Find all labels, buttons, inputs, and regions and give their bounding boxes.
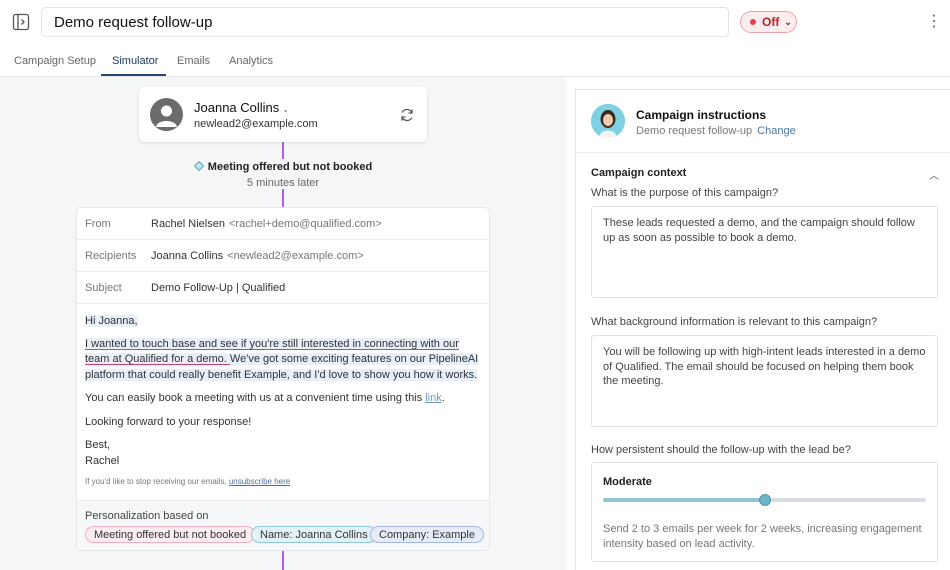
section-title[interactable]: Campaign context xyxy=(591,167,686,179)
unsubscribe-note: If you'd like to stop receiving our emai… xyxy=(85,477,291,486)
subject-row: Subject Demo Follow-Up | Qualified xyxy=(77,272,489,304)
persistence-control: Moderate Send 2 to 3 emails per week for… xyxy=(591,462,938,562)
trigger-delay: 5 minutes later xyxy=(246,177,320,189)
tab-simulator[interactable]: Simulator xyxy=(112,55,158,67)
email-paragraph: You can easily book a meeting with us at… xyxy=(85,392,445,404)
recipients-row: Recipients Joanna Collins <newlead2@examp… xyxy=(77,240,489,272)
campaign-instructions-panel: Campaign instructions Demo request follo… xyxy=(575,89,950,570)
from-value: Rachel Nielsen <rachel+demo@qualified.com… xyxy=(151,218,382,230)
agent-avatar xyxy=(591,104,625,138)
booking-link[interactable]: link xyxy=(425,392,442,404)
unsubscribe-link[interactable]: unsubscribe here xyxy=(229,477,290,486)
subject-label: Subject xyxy=(85,282,122,294)
status-label: Off xyxy=(762,15,780,29)
lead-name[interactable]: Joanna Collins ⌄ xyxy=(194,100,289,115)
email-preview: From Rachel Nielsen <rachel+demo@qualifie… xyxy=(76,207,490,551)
recipients-value: Joanna Collins <newlead2@example.com> xyxy=(151,250,364,262)
user-icon xyxy=(156,105,177,127)
email-greeting: Hi Joanna, xyxy=(85,315,138,327)
status-toggle[interactable]: Off ⌄ xyxy=(740,11,797,33)
question-label: What background information is relevant … xyxy=(591,316,878,328)
panel-subtitle: Demo request follow-up Change xyxy=(636,125,796,137)
personalization-section: Personalization based on Meeting offered… xyxy=(77,500,489,550)
background-textarea[interactable]: You will be following up with high-inten… xyxy=(591,335,938,427)
personalization-tag: Company: Example xyxy=(370,526,484,543)
refresh-icon[interactable] xyxy=(399,107,415,123)
flow-connector xyxy=(282,551,284,570)
persistence-slider[interactable] xyxy=(603,494,926,506)
simulator-canvas: Joanna Collins ⌄ newlead2@example.com Mee… xyxy=(0,77,566,570)
recipients-label: Recipients xyxy=(85,250,137,262)
purpose-textarea[interactable]: These leads requested a demo, and the ca… xyxy=(591,206,938,298)
lead-email: newlead2@example.com xyxy=(194,118,318,130)
divider xyxy=(576,152,950,153)
email-paragraph: I wanted to touch base and see if you're… xyxy=(85,337,479,381)
trigger-event-label: Meeting offered but not booked xyxy=(207,161,373,173)
agent-portrait-icon xyxy=(591,104,625,138)
tab-analytics[interactable]: Analytics xyxy=(229,55,273,67)
avatar xyxy=(150,98,183,131)
top-bar: Demo request follow-up Off ⌄ ⋮ xyxy=(0,0,950,44)
tab-bar: Campaign Setup Simulator Emails Analytic… xyxy=(0,44,950,77)
personalization-tag: Meeting offered but not booked xyxy=(85,526,256,543)
chevron-up-icon[interactable]: ︿ xyxy=(929,167,939,182)
flow-connector xyxy=(282,189,284,207)
flow-connector xyxy=(282,142,284,159)
email-signature: Rachel xyxy=(85,454,120,467)
persistence-description: Send 2 to 3 emails per week for 2 weeks,… xyxy=(603,523,922,550)
panel-title: Campaign instructions xyxy=(636,108,767,122)
slider-fill xyxy=(603,498,765,502)
more-options-icon[interactable]: ⋮ xyxy=(926,13,942,31)
personalization-tag: Name: Joanna Collins xyxy=(251,526,377,543)
sidebar-toggle-icon[interactable] xyxy=(12,13,30,31)
lead-card[interactable]: Joanna Collins ⌄ newlead2@example.com xyxy=(139,87,427,142)
question-label: What is the purpose of this campaign? xyxy=(591,187,779,199)
change-link[interactable]: Change xyxy=(757,125,796,137)
diamond-icon xyxy=(193,161,204,171)
status-dot-icon xyxy=(750,19,756,25)
personalization-label: Personalization based on xyxy=(85,510,209,522)
campaign-title-input[interactable]: Demo request follow-up xyxy=(41,7,729,37)
tab-emails[interactable]: Emails xyxy=(177,55,210,67)
email-paragraph: Looking forward to your response! xyxy=(85,415,252,428)
chevron-down-icon: ⌄ xyxy=(282,105,289,114)
trigger-event: Meeting offered but not booked xyxy=(0,161,566,173)
from-row: From Rachel Nielsen <rachel+demo@qualifie… xyxy=(77,208,489,240)
from-label: From xyxy=(85,218,111,230)
email-signoff: Best, xyxy=(85,439,111,451)
tab-campaign-setup[interactable]: Campaign Setup xyxy=(14,55,96,67)
chevron-down-icon: ⌄ xyxy=(784,16,792,27)
active-tab-indicator xyxy=(101,74,166,76)
question-label: How persistent should the follow-up with… xyxy=(591,444,851,456)
subject-value: Demo Follow-Up | Qualified xyxy=(151,282,286,294)
persistence-level: Moderate xyxy=(603,476,652,488)
email-body: Hi Joanna, I wanted to touch base and se… xyxy=(85,314,485,469)
slider-thumb[interactable] xyxy=(758,494,771,506)
